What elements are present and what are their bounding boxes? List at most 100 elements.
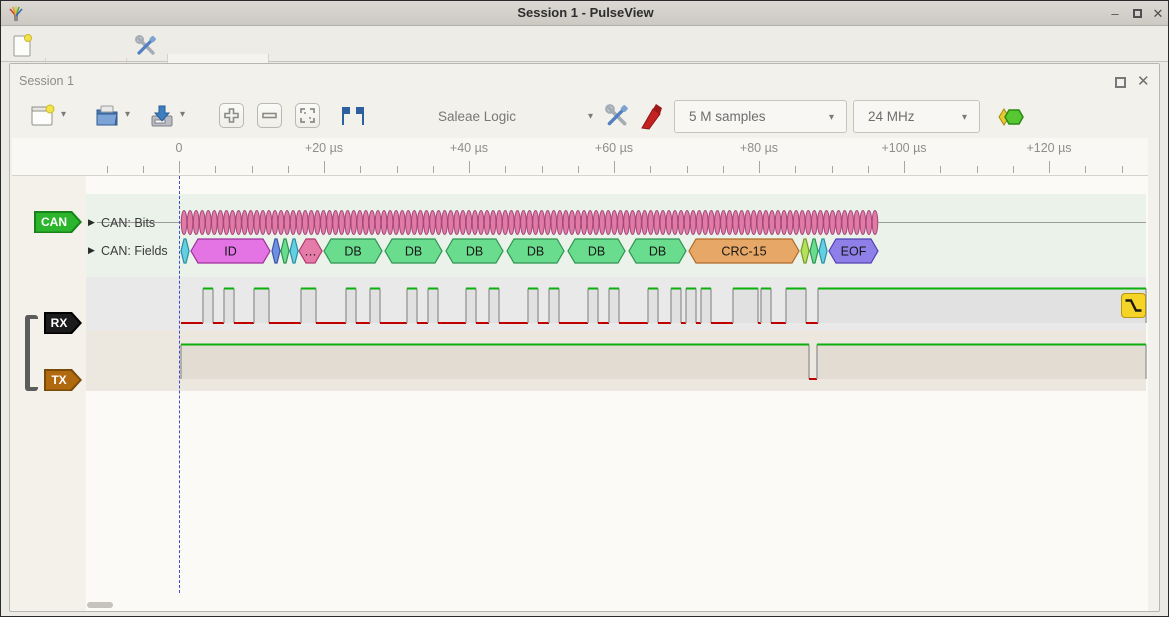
save-file-icon[interactable]	[148, 102, 176, 130]
can-bit-annotation	[521, 211, 527, 235]
expander-can-fields-icon[interactable]: ▶	[88, 245, 95, 256]
can-bit-annotation	[302, 211, 308, 235]
can-bit-annotation	[569, 211, 575, 235]
can-bit-annotation	[399, 211, 405, 235]
can-field-annotation	[819, 239, 827, 263]
session-close-button[interactable]: ✕	[1137, 72, 1150, 90]
can-bit-annotation	[581, 211, 587, 235]
waveform-canvas: ID…DBDBDBDBDBDBCRC-15EOF	[12, 138, 1148, 611]
zoom-out-button[interactable]	[257, 103, 282, 128]
minimize-button[interactable]: –	[1105, 1, 1125, 26]
can-bit-annotation	[751, 211, 757, 235]
can-bit-annotation	[260, 211, 266, 235]
configure-device-icon[interactable]	[604, 103, 630, 129]
can-bit-annotation	[599, 211, 605, 235]
device-select[interactable]: Saleae Logic ▾	[438, 100, 593, 133]
trace-group-bracket[interactable]	[25, 315, 38, 391]
trace-view[interactable]: 0+20 µs+40 µs+60 µs+80 µs+100 µs+120 µs …	[12, 138, 1148, 611]
add-decoder-icon[interactable]	[996, 106, 1026, 128]
can-bit-annotation	[351, 211, 357, 235]
can-bit-annotation	[430, 211, 436, 235]
can-bit-annotation	[218, 211, 224, 235]
can-bit-annotation	[824, 211, 830, 235]
main-toolbar: Run Session 1 ✕	[1, 27, 1169, 62]
zoom-fit-button[interactable]	[295, 103, 320, 128]
can-field-label: EOF	[841, 245, 867, 259]
rx-high-fill	[370, 290, 380, 324]
sample-rate-combobox[interactable]: 24 MHz ▾	[853, 100, 980, 133]
can-bit-annotation	[836, 211, 842, 235]
can-bit-annotation	[763, 211, 769, 235]
sample-rate-caret-icon: ▾	[962, 102, 967, 133]
settings-wrench-icon[interactable]	[134, 34, 158, 58]
can-bit-annotation	[405, 211, 411, 235]
can-bit-annotation	[393, 211, 399, 235]
can-bit-annotation	[575, 211, 581, 235]
zoom-in-button[interactable]	[219, 103, 244, 128]
can-field-label: ID	[224, 245, 237, 259]
expander-can-bits-icon[interactable]: ▶	[88, 217, 95, 228]
new-view-dropdown-icon[interactable]: ▾	[61, 109, 66, 120]
open-file-icon[interactable]	[93, 102, 121, 130]
can-bit-annotation	[278, 211, 284, 235]
rx-high-fill	[346, 290, 356, 324]
sample-count-combobox[interactable]: 5 M samples ▾	[674, 100, 847, 133]
rx-high-fill	[428, 290, 438, 324]
can-bit-annotation	[509, 211, 515, 235]
can-bit-annotation	[502, 211, 508, 235]
maximize-icon	[1133, 9, 1142, 18]
time-zero-marker	[179, 176, 180, 593]
rx-high-fill	[733, 290, 758, 324]
can-bit-annotation	[545, 211, 551, 235]
can-bit-annotation	[199, 211, 205, 235]
can-bit-annotation	[605, 211, 611, 235]
can-bit-annotation	[624, 211, 630, 235]
can-bit-annotation	[254, 211, 260, 235]
can-bit-annotation	[315, 211, 321, 235]
can-bit-annotation	[848, 211, 854, 235]
maximize-button[interactable]	[1127, 1, 1147, 26]
can-bit-annotation	[272, 211, 278, 235]
can-bit-annotation	[187, 211, 193, 235]
signal-tag-tx[interactable]: TX	[44, 369, 82, 391]
can-bit-annotation	[787, 211, 793, 235]
can-bit-annotation	[236, 211, 242, 235]
can-field-label: DB	[588, 245, 605, 259]
channels-probe-icon[interactable]	[640, 102, 664, 130]
can-bit-annotation	[557, 211, 563, 235]
can-bit-annotation	[630, 211, 636, 235]
signal-tag-rx[interactable]: RX	[44, 312, 82, 334]
can-field-label: CRC-15	[721, 245, 766, 259]
can-bit-annotation	[672, 211, 678, 235]
save-file-dropdown-icon[interactable]: ▾	[180, 109, 185, 120]
can-bit-annotation	[424, 211, 430, 235]
can-bit-annotation	[181, 211, 187, 235]
can-bit-annotation	[678, 211, 684, 235]
rx-high-fill	[528, 290, 538, 324]
can-bit-annotation	[345, 211, 351, 235]
can-field-label: DB	[344, 245, 361, 259]
show-cursors-icon[interactable]	[339, 105, 367, 127]
rx-high-fill	[786, 290, 806, 324]
can-field-label: DB	[527, 245, 544, 259]
horizontal-scrollbar-thumb[interactable]	[87, 602, 113, 608]
can-bit-annotation	[484, 211, 490, 235]
can-bit-annotation	[799, 211, 805, 235]
new-session-icon[interactable]	[10, 33, 36, 59]
can-bit-annotation	[593, 211, 599, 235]
rx-high-fill	[301, 290, 316, 324]
can-bit-annotation	[412, 211, 418, 235]
can-bit-annotation	[375, 211, 381, 235]
new-view-icon[interactable]	[29, 102, 57, 130]
trigger-marker[interactable]	[1121, 293, 1146, 318]
decoder-tag-can[interactable]: CAN	[34, 211, 82, 233]
can-bit-annotation	[690, 211, 696, 235]
can-bit-annotation	[387, 211, 393, 235]
rx-high-fill	[609, 290, 619, 324]
pulseview-window: Session 1 - PulseView – ✕ Run Session 1 …	[0, 0, 1169, 617]
can-bit-annotation	[381, 211, 387, 235]
row-label-can-fields: CAN: Fields	[101, 244, 168, 258]
open-file-dropdown-icon[interactable]: ▾	[125, 109, 130, 120]
close-button[interactable]: ✕	[1148, 1, 1168, 26]
session-maximize-button[interactable]	[1115, 77, 1126, 88]
